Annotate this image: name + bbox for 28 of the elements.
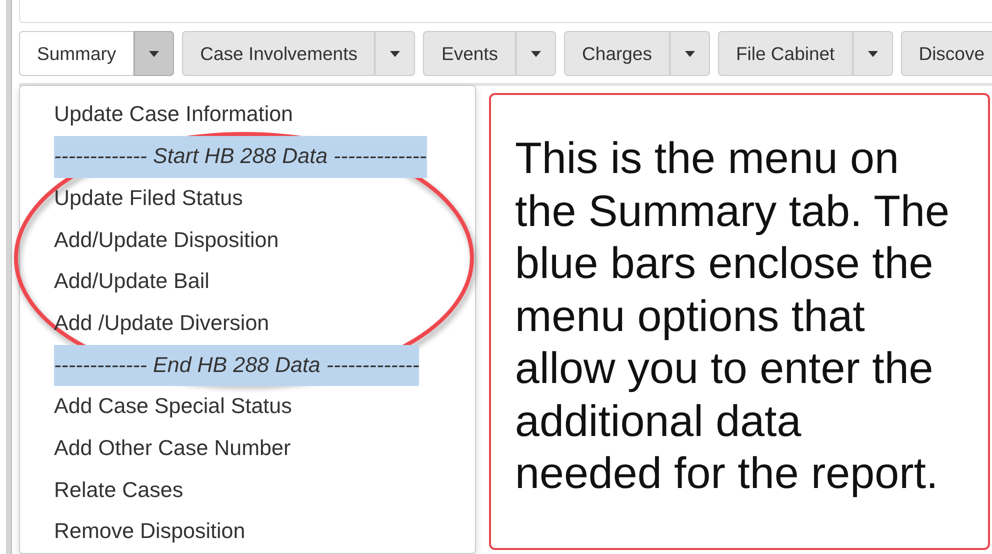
- menu-section-bar: ------------- Start HB 288 Data -------------: [54, 136, 427, 178]
- menu-item[interactable]: Update Case Information: [20, 94, 475, 136]
- menu-item[interactable]: Add/Update Bail: [20, 261, 475, 303]
- tab[interactable]: Events: [423, 31, 516, 76]
- dropdown-toggle[interactable]: [375, 31, 416, 76]
- tab[interactable]: Discove: [900, 31, 992, 76]
- dropdown-toggle[interactable]: [516, 31, 556, 76]
- tab[interactable]: File Cabinet: [718, 31, 853, 76]
- dropdown-toggle[interactable]: [670, 31, 710, 76]
- tab[interactable]: Charges: [564, 31, 670, 76]
- menu-item[interactable]: Update Filed Status: [20, 178, 475, 220]
- caret-icon: [868, 50, 878, 57]
- tab[interactable]: Case Involvements: [182, 31, 376, 76]
- caret-icon: [684, 50, 695, 57]
- callout-text: This is the menu on the Summary tab. The blue bars enclose the menu options that allow you to enter the additional data needed for the report.: [515, 133, 950, 500]
- menu-item[interactable]: Add/Update Disposition: [20, 220, 475, 262]
- caret-icon: [531, 50, 542, 57]
- menu-item[interactable]: Add Other Case Number: [20, 428, 475, 470]
- dropdown-toggle[interactable]: [852, 31, 893, 76]
- menu-item[interactable]: Relate Cases: [20, 470, 475, 512]
- menu-item[interactable]: Remove Disposition: [20, 511, 475, 553]
- menu-item[interactable]: Add /Update Diversion: [20, 302, 475, 345]
- caret-icon: [390, 50, 400, 57]
- tab[interactable]: Summary: [19, 31, 134, 76]
- menu-item[interactable]: Add Case Special Status: [20, 386, 475, 428]
- caret-icon: [149, 50, 160, 57]
- menu-section-bar: ------------- End HB 288 Data -------------: [54, 344, 420, 386]
- dropdown-toggle[interactable]: [134, 31, 174, 76]
